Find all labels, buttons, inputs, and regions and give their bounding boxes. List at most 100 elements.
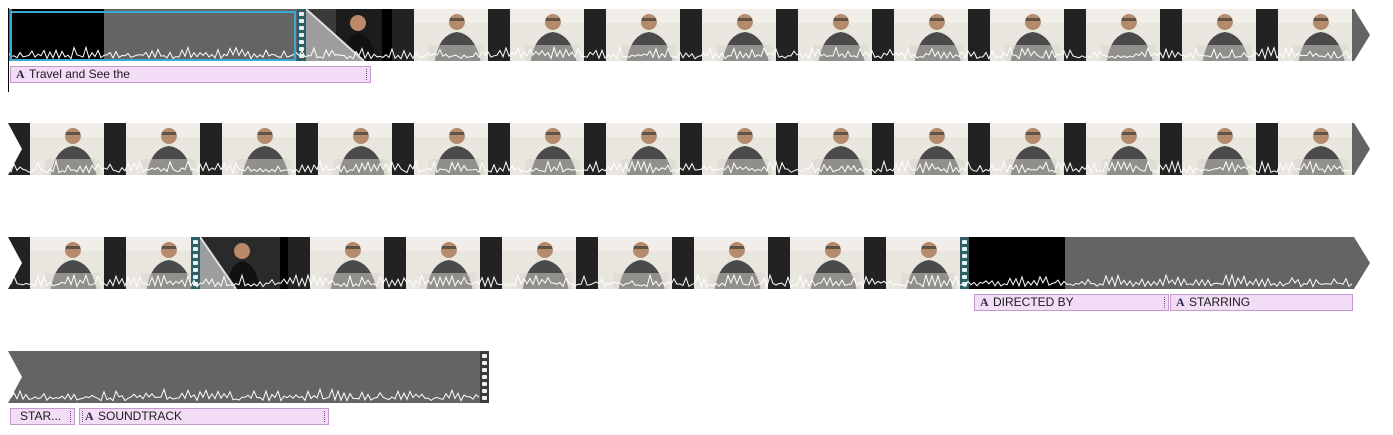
video-thumbnail[interactable] [702, 9, 776, 61]
frame-separator [288, 237, 310, 289]
video-thumbnail[interactable] [502, 237, 576, 289]
video-thumbnail[interactable] [598, 237, 672, 289]
video-thumbnail[interactable] [310, 237, 384, 289]
sprocket-hole [193, 247, 198, 251]
timeline-row-1 [0, 9, 1393, 69]
title-clip-travel[interactable]: A Travel and See the [10, 66, 371, 83]
video-thumbnail[interactable] [1278, 123, 1352, 175]
video-thumbnail[interactable] [894, 123, 968, 175]
video-thumbnail[interactable] [414, 123, 488, 175]
video-thumbnail[interactable] [1182, 123, 1256, 175]
playhead[interactable] [8, 8, 9, 92]
video-thumbnail[interactable] [798, 123, 872, 175]
video-thumbnail[interactable] [1086, 9, 1160, 61]
video-thumbnail[interactable] [990, 123, 1064, 175]
title-clip-starring[interactable]: A STARRING [1170, 294, 1353, 311]
sprocket-hole [482, 368, 487, 372]
title-clip-label: DIRECTED BY [993, 295, 1074, 309]
sprocket-hole [193, 240, 198, 244]
video-thumbnail[interactable] [606, 123, 680, 175]
title-clip-soundtrack[interactable]: A SOUNDTRACK [79, 408, 329, 425]
video-thumbnail[interactable] [886, 237, 960, 289]
sprocket-hole [299, 47, 304, 51]
black-clip[interactable] [969, 237, 1065, 289]
video-thumbnail[interactable] [1278, 9, 1352, 61]
frame-separator [104, 123, 126, 175]
video-thumbnail[interactable] [318, 123, 392, 175]
video-thumbnail[interactable] [694, 237, 768, 289]
frame-separator [1064, 9, 1086, 61]
title-clip-label: STARRING [1189, 295, 1251, 309]
sprocket-hole [482, 361, 487, 365]
clip-start-notch-icon [8, 237, 22, 289]
sprocket-hole [299, 26, 304, 30]
video-thumbnail[interactable] [894, 9, 968, 61]
video-thumbnail[interactable] [1182, 9, 1256, 61]
title-background-strip[interactable] [8, 351, 480, 403]
video-thumbnail[interactable] [222, 123, 296, 175]
frame-separator [872, 9, 894, 61]
text-title-icon: A [85, 409, 94, 423]
frame-separator [392, 123, 414, 175]
transition-marker[interactable] [960, 237, 969, 289]
video-thumbnail[interactable] [30, 123, 104, 175]
frame-separator [864, 237, 886, 289]
transition-marker[interactable] [191, 237, 200, 289]
video-thumbnail[interactable] [702, 123, 776, 175]
video-thumbnail[interactable] [200, 237, 288, 289]
frame-separator [680, 123, 702, 175]
video-thumbnail[interactable] [406, 237, 480, 289]
video-thumbnail[interactable] [1086, 123, 1160, 175]
resize-grip[interactable] [70, 411, 72, 422]
sprocket-hole [193, 275, 198, 279]
title-clip-starring-continued[interactable]: STAR... [10, 408, 75, 425]
frame-separator [488, 9, 510, 61]
title-clip-directed-by[interactable]: A DIRECTED BY [974, 294, 1169, 311]
video-thumbnail[interactable] [790, 237, 864, 289]
title-background-clip[interactable] [1065, 237, 1354, 289]
video-thumbnail[interactable] [510, 123, 584, 175]
text-title-icon: A [980, 295, 989, 309]
timeline-row-3 [0, 237, 1393, 297]
frame-separator [384, 237, 406, 289]
video-thumbnail[interactable] [606, 9, 680, 61]
frame-separator [576, 237, 598, 289]
video-strip[interactable] [8, 123, 1354, 175]
video-thumbnail[interactable] [306, 9, 382, 61]
frame-separator [1256, 123, 1278, 175]
text-title-icon: A [1176, 295, 1185, 309]
video-thumbnail[interactable] [510, 9, 584, 61]
title-clip-label: STAR... [20, 409, 62, 423]
frame-separator [1160, 9, 1182, 61]
frame-separator [872, 123, 894, 175]
video-thumbnail[interactable] [126, 123, 200, 175]
frame-separator [672, 237, 694, 289]
sprocket-hole [482, 389, 487, 393]
clip-start-notch-icon [8, 351, 22, 403]
video-thumbnail[interactable] [30, 237, 104, 289]
clip-end-arrow-icon [1354, 123, 1370, 175]
frame-separator [480, 237, 502, 289]
video-strip[interactable] [8, 237, 1354, 289]
resize-grip[interactable] [82, 411, 84, 422]
frame-separator [1160, 123, 1182, 175]
frame-separator [200, 123, 222, 175]
text-title-icon: A [16, 67, 25, 81]
sprocket-hole [482, 382, 487, 386]
sprocket-hole [482, 396, 487, 400]
resize-grip[interactable] [324, 411, 326, 422]
sprocket-hole [962, 268, 967, 272]
sprocket-hole [482, 354, 487, 358]
transition-marker[interactable] [297, 9, 306, 61]
video-thumbnail[interactable] [990, 9, 1064, 61]
black-gap [382, 9, 392, 61]
timeline-row-2 [0, 123, 1393, 183]
resize-grip[interactable] [1164, 297, 1166, 308]
clip-end-arrow-icon [1354, 237, 1370, 289]
resize-grip[interactable] [366, 69, 368, 80]
sprocket-hole [299, 40, 304, 44]
video-thumbnail[interactable] [414, 9, 488, 61]
video-thumbnail[interactable] [798, 9, 872, 61]
video-thumbnail[interactable] [126, 237, 200, 289]
filmstrip-transition-icon[interactable] [480, 351, 489, 403]
